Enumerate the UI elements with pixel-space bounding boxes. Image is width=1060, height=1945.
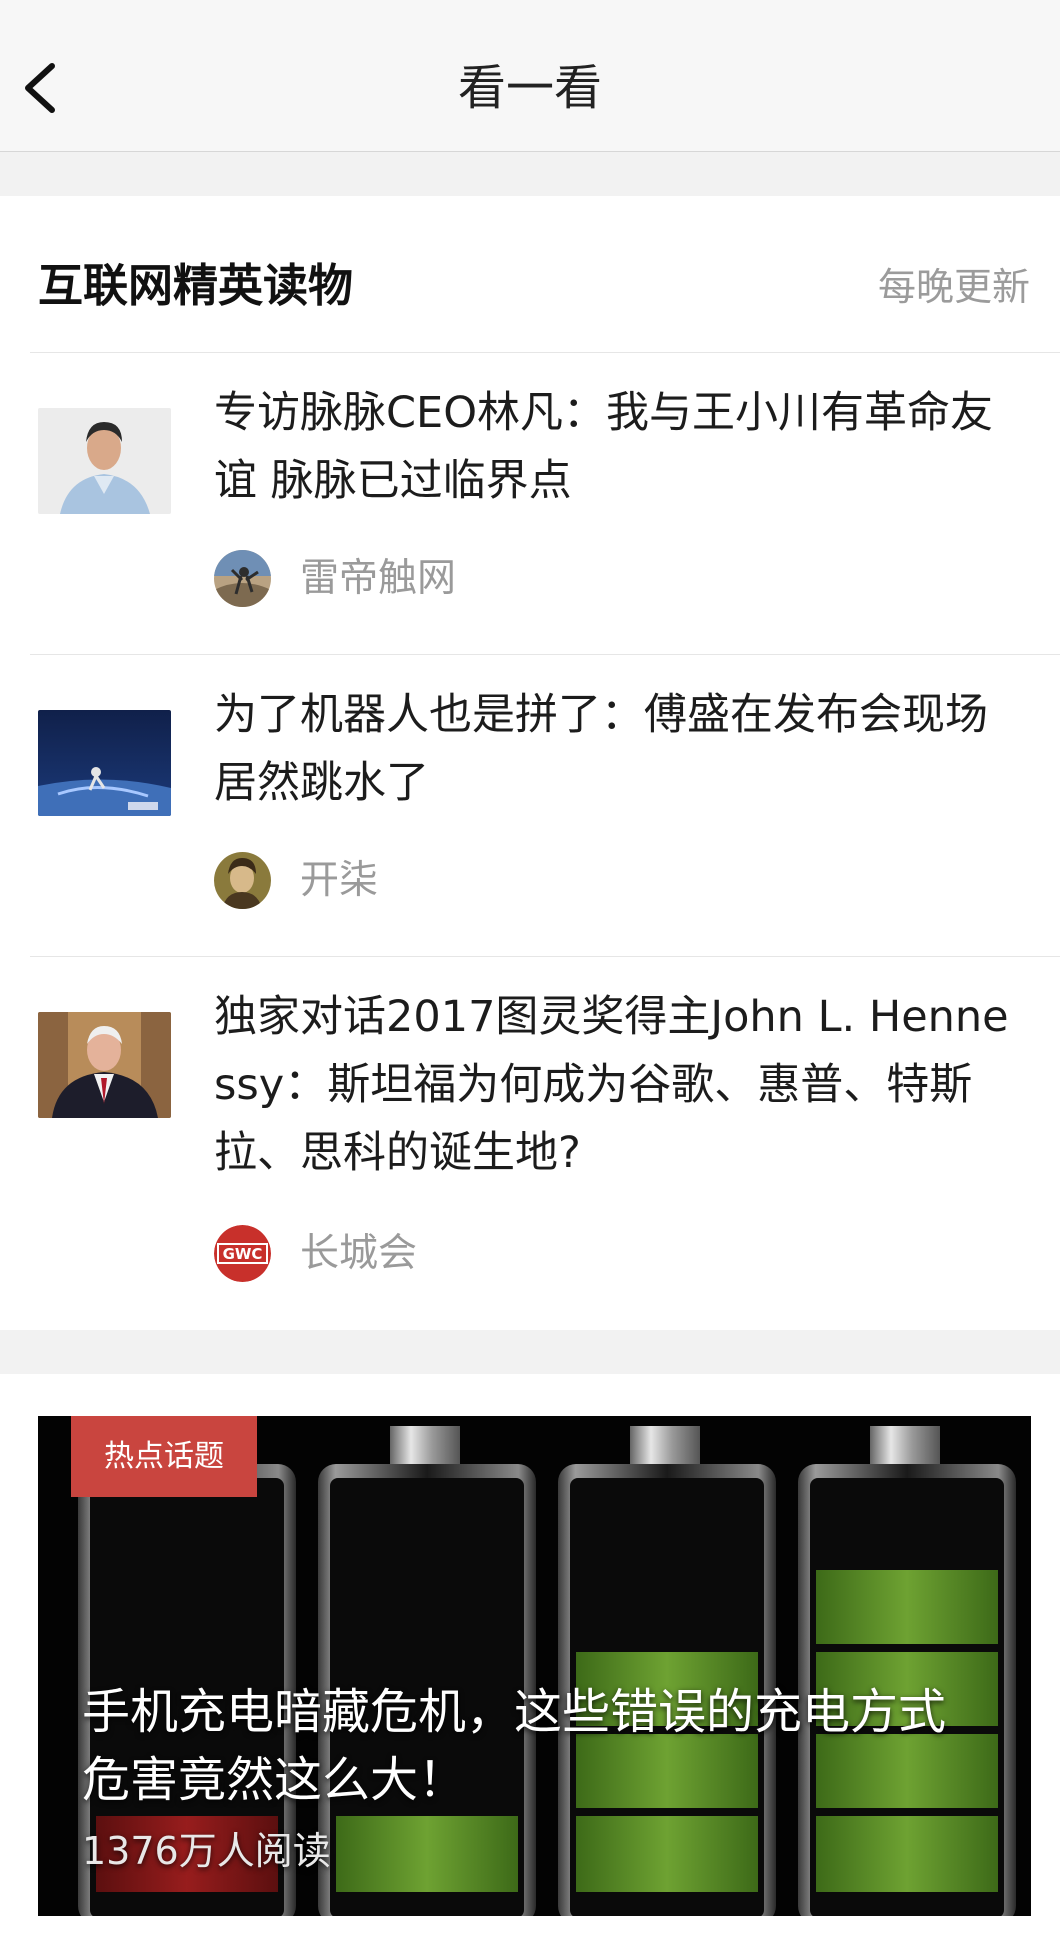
article-item[interactable]: 为了机器人也是拼了：傅盛在发布会现场居然跳水了 开柒 [0,655,1060,956]
article-title: 独家对话2017图灵奖得主John L. Hennessy：斯坦福为何成为谷歌、… [214,992,1009,1178]
article-title: 为了机器人也是拼了：傅盛在发布会现场居然跳水了 [214,690,988,808]
source-name: 开柒 [300,858,379,903]
article-item[interactable]: 专访脉脉CEO林凡：我与王小川有革命友谊 脉脉已过临界点 雷帝触网 [0,353,1060,654]
hot-topic-title: 手机充电暗藏危机，这些错误的充电方式危害竟然这么大！ [82,1684,947,1808]
hot-topic-badge: 热点话题 [71,1416,257,1497]
update-note: 每晚更新 [877,265,1030,309]
source-avatar: GWC [214,1225,271,1282]
article-item[interactable]: 独家对话2017图灵奖得主John L. Hennessy：斯坦福为何成为谷歌、… [0,957,1060,1330]
battery-full [798,1426,1016,1916]
source-avatar [214,852,271,909]
article-card: 互联网精英读物 每晚更新 专访脉脉CEO林凡：我与王小川有革命友谊 脉脉已过临界… [0,196,1060,1330]
source-name: 雷帝触网 [300,556,457,601]
article-title: 专访脉脉CEO林凡：我与王小川有革命友谊 脉脉已过临界点 [214,388,994,506]
section-gap [0,152,1060,196]
read-count: 1376万人阅读 [82,1829,331,1873]
article-thumbnail [38,710,171,816]
hot-topic-banner[interactable]: 热点话题 手机充电暗藏危机，这些错误的充电方式危害竟然这么大！ 1376万人阅读 [38,1416,1031,1916]
hot-topic-card: 热点话题 手机充电暗藏危机，这些错误的充电方式危害竟然这么大！ 1376万人阅读 [0,1374,1060,1945]
nav-bar: 看一看 [0,0,1060,152]
source-avatar [214,550,271,607]
article-thumbnail [38,408,171,514]
source-name: 长城会 [300,1231,418,1276]
article-thumbnail [38,1012,171,1118]
battery-low [318,1426,536,1916]
source-logo-text: GWC [223,1245,263,1263]
page-title: 看一看 [457,60,602,116]
section-title: 互联网精英读物 [38,259,354,312]
section-header: 互联网精英读物 每晚更新 [0,196,1060,352]
battery-medium [558,1426,776,1916]
section-gap [0,1330,1060,1374]
